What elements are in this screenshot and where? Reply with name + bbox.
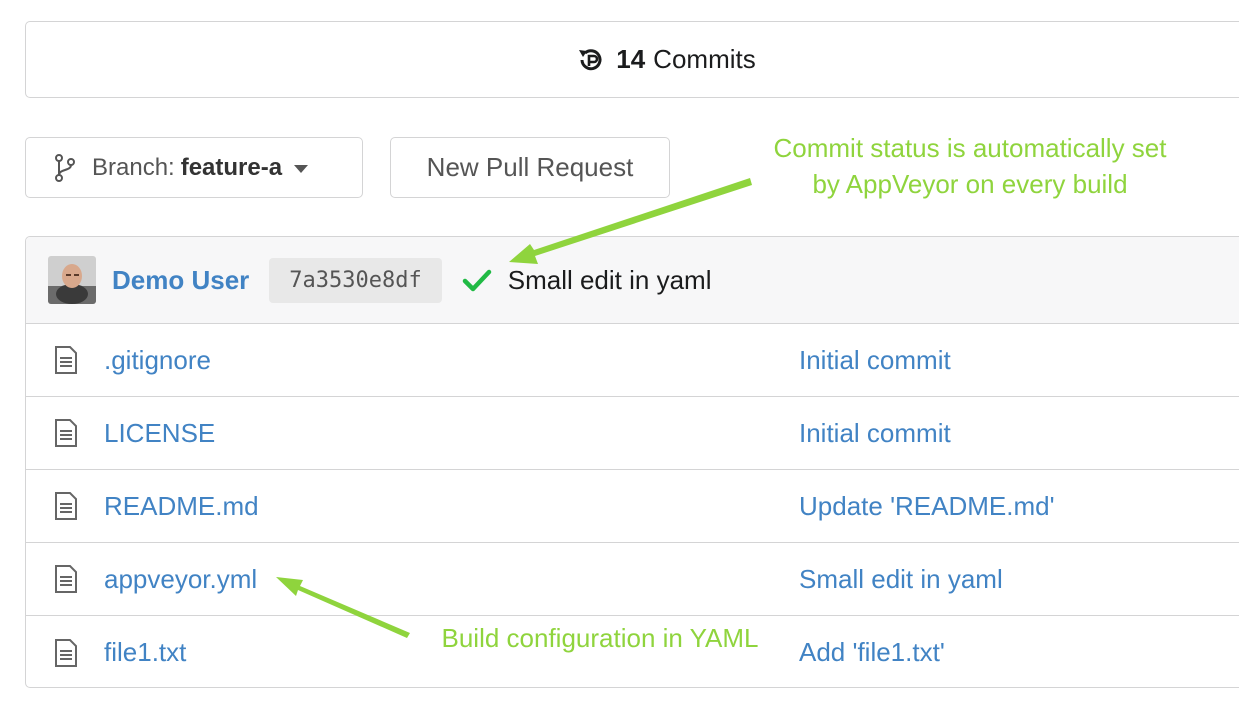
caret-down-icon bbox=[294, 165, 309, 173]
annotation-commit-status: Commit status is automatically set by Ap… bbox=[740, 130, 1200, 202]
file-icon bbox=[55, 492, 77, 520]
branch-selector[interactable]: Branch: feature-a bbox=[25, 137, 363, 198]
git-branch-icon bbox=[55, 153, 75, 182]
file-name-link[interactable]: LICENSE bbox=[104, 418, 215, 449]
file-row: .gitignore Initial commit bbox=[26, 324, 1239, 397]
file-commit-link[interactable]: Small edit in yaml bbox=[799, 564, 1003, 595]
commits-label: Commits bbox=[653, 44, 756, 74]
file-row: README.md Update 'README.md' bbox=[26, 470, 1239, 543]
annotation-line: Commit status is automatically set bbox=[773, 133, 1167, 163]
annotation-build-config: Build configuration in YAML bbox=[441, 623, 759, 653]
annotation-line: by AppVeyor on every build bbox=[812, 169, 1128, 199]
latest-commit-header: Demo User 7a3530e8df Small edit in yaml bbox=[26, 237, 1239, 324]
file-icon bbox=[55, 638, 77, 667]
file-commit-link[interactable]: Initial commit bbox=[799, 345, 951, 376]
file-row: LICENSE Initial commit bbox=[26, 397, 1239, 470]
file-icon bbox=[55, 419, 77, 447]
branch-name: feature-a bbox=[180, 153, 283, 181]
file-name-link[interactable]: file1.txt bbox=[104, 637, 186, 668]
file-commit-link[interactable]: Initial commit bbox=[799, 418, 951, 449]
check-icon[interactable] bbox=[462, 268, 492, 292]
file-icon bbox=[55, 346, 77, 374]
commit-message: Small edit in yaml bbox=[507, 264, 712, 295]
commits-count: 14 bbox=[616, 44, 646, 74]
commits-link[interactable]: 14 Commits bbox=[25, 21, 1239, 98]
file-name-link[interactable]: .gitignore bbox=[104, 345, 211, 376]
file-row: appveyor.yml Small edit in yaml bbox=[26, 543, 1239, 616]
new-pull-request-button[interactable]: New Pull Request bbox=[390, 137, 670, 198]
commit-author[interactable]: Demo User bbox=[112, 265, 249, 296]
avatar[interactable] bbox=[48, 256, 96, 304]
branch-prefix: Branch: bbox=[92, 153, 175, 181]
file-icon bbox=[55, 565, 77, 593]
history-icon bbox=[579, 48, 602, 70]
file-name-link[interactable]: README.md bbox=[104, 491, 259, 522]
file-commit-link[interactable]: Update 'README.md' bbox=[799, 491, 1055, 522]
file-commit-link[interactable]: Add 'file1.txt' bbox=[799, 637, 945, 668]
commit-sha[interactable]: 7a3530e8df bbox=[269, 257, 442, 303]
file-name-link[interactable]: appveyor.yml bbox=[104, 564, 257, 595]
